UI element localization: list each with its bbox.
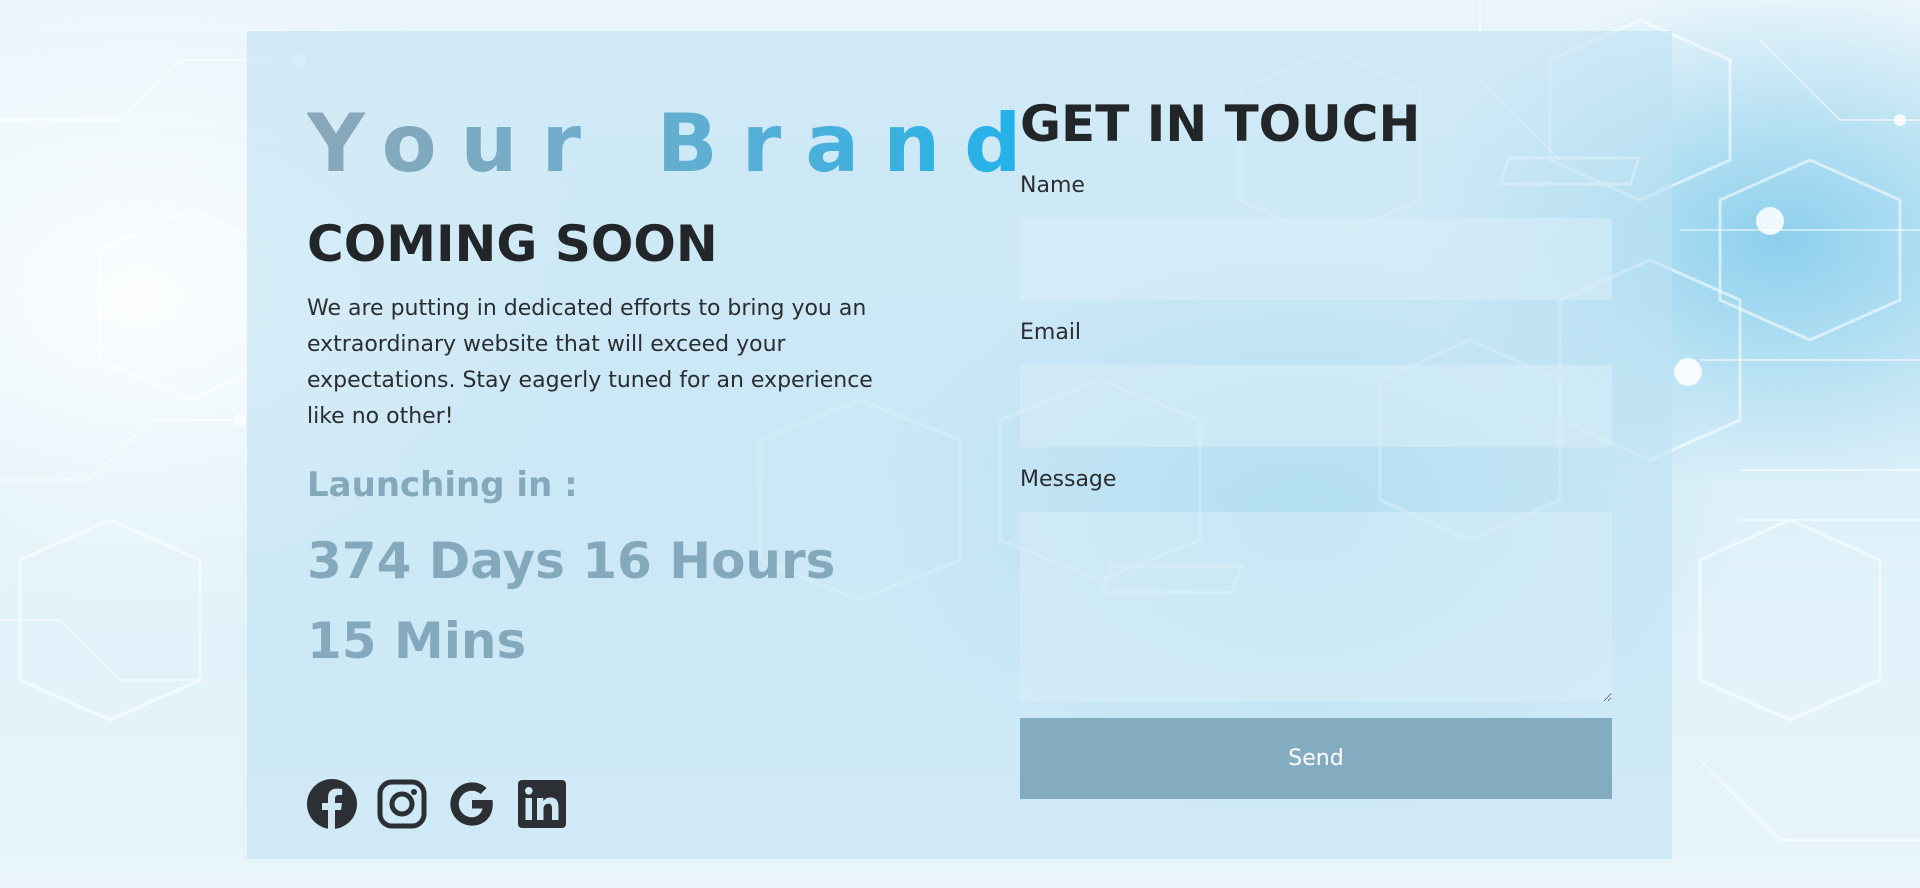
coming-soon-heading: COMING SOON bbox=[307, 215, 718, 273]
social-links bbox=[307, 779, 567, 829]
name-input[interactable] bbox=[1020, 218, 1612, 300]
intro-description: We are putting in dedicated efforts to b… bbox=[307, 296, 873, 429]
facebook-icon[interactable] bbox=[307, 779, 357, 829]
name-label: Name bbox=[1020, 173, 1085, 198]
message-textarea[interactable] bbox=[1020, 512, 1612, 702]
google-icon[interactable] bbox=[447, 779, 497, 829]
message-label: Message bbox=[1020, 467, 1117, 492]
countdown-timer: 374 Days 16 Hours 15 Mins bbox=[307, 532, 836, 670]
send-button[interactable]: Send bbox=[1020, 718, 1612, 799]
linkedin-icon[interactable] bbox=[517, 779, 567, 829]
email-input[interactable] bbox=[1020, 365, 1612, 447]
launch-label: Launching in : bbox=[307, 465, 578, 505]
email-label: Email bbox=[1020, 320, 1082, 345]
content-panel: Your Brand COMING SOON We are putting in… bbox=[247, 31, 1672, 859]
brand-logo: Your Brand bbox=[307, 97, 1046, 190]
contact-heading: GET IN TOUCH bbox=[1020, 95, 1421, 153]
instagram-icon[interactable] bbox=[377, 779, 427, 829]
